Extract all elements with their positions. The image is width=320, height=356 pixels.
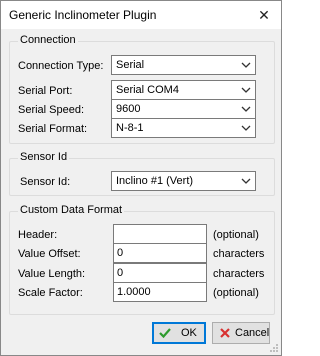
header-hint: (optional) [213, 229, 259, 241]
chevron-down-icon [241, 62, 251, 68]
serial-port-label: Serial Port: [18, 85, 73, 97]
serial-port-select[interactable]: Serial COM4 [111, 80, 256, 100]
serial-format-select[interactable]: N-8-1 [111, 118, 256, 138]
chevron-down-icon [241, 106, 251, 112]
close-icon: ✕ [258, 7, 270, 23]
scale-factor-input[interactable]: 1.0000 [113, 282, 207, 302]
sensor-id-value: Inclino #1 (Vert) [116, 175, 194, 187]
value-offset-label: Value Offset: [18, 248, 81, 260]
value-length-unit: characters [213, 268, 265, 280]
resize-grip-icon[interactable] [269, 343, 279, 353]
custom-data-format-group: Custom Data Format Header: (optional) Va… [9, 204, 275, 315]
sensor-id-group: Sensor Id Sensor Id: Inclino #1 (Vert) [9, 151, 275, 196]
title-bar: Generic Inclinometer Plugin ✕ [1, 1, 281, 29]
chevron-down-icon [241, 125, 251, 131]
ok-label: OK [181, 327, 197, 339]
value-length-value: 0 [117, 267, 124, 279]
close-button[interactable]: ✕ [253, 5, 275, 25]
serial-speed-label: Serial Speed: [18, 104, 85, 116]
chevron-down-icon [241, 87, 251, 93]
header-input[interactable] [113, 224, 207, 244]
connection-group-label: Connection [18, 34, 78, 46]
cancel-x-icon [220, 328, 230, 338]
serial-speed-select[interactable]: 9600 [111, 99, 256, 119]
cancel-button[interactable]: Cancel [212, 322, 270, 344]
connection-type-label: Connection Type: [18, 60, 104, 72]
sensor-id-select[interactable]: Inclino #1 (Vert) [111, 171, 256, 191]
sensor-id-label: Sensor Id: [20, 176, 71, 188]
scale-factor-value: 1.0000 [117, 286, 151, 298]
cancel-label: Cancel [235, 327, 270, 339]
scale-factor-label: Scale Factor: [18, 287, 83, 299]
ok-button[interactable]: OK [152, 322, 206, 344]
value-length-input[interactable]: 0 [113, 263, 207, 283]
connection-type-value: Serial [116, 59, 145, 71]
chevron-down-icon [241, 178, 251, 184]
value-offset-input[interactable]: 0 [113, 243, 207, 263]
checkmark-icon [159, 328, 171, 339]
serial-port-value: Serial COM4 [116, 84, 179, 96]
connection-type-select[interactable]: Serial [111, 55, 256, 75]
connection-group: Connection Connection Type: Serial Seria… [9, 34, 275, 144]
serial-format-label: Serial Format: [18, 123, 88, 135]
value-offset-unit: characters [213, 248, 265, 260]
window-title: Generic Inclinometer Plugin [9, 8, 157, 22]
header-label: Header: [18, 229, 58, 241]
value-offset-value: 0 [117, 247, 124, 259]
serial-speed-value: 9600 [116, 103, 141, 115]
dialog-window: Generic Inclinometer Plugin ✕ Connection… [0, 0, 282, 356]
custom-data-format-group-label: Custom Data Format [18, 204, 125, 216]
scale-factor-hint: (optional) [213, 287, 259, 299]
value-length-label: Value Length: [18, 268, 86, 280]
serial-format-value: N-8-1 [116, 122, 144, 134]
sensor-id-group-label: Sensor Id [18, 151, 70, 163]
